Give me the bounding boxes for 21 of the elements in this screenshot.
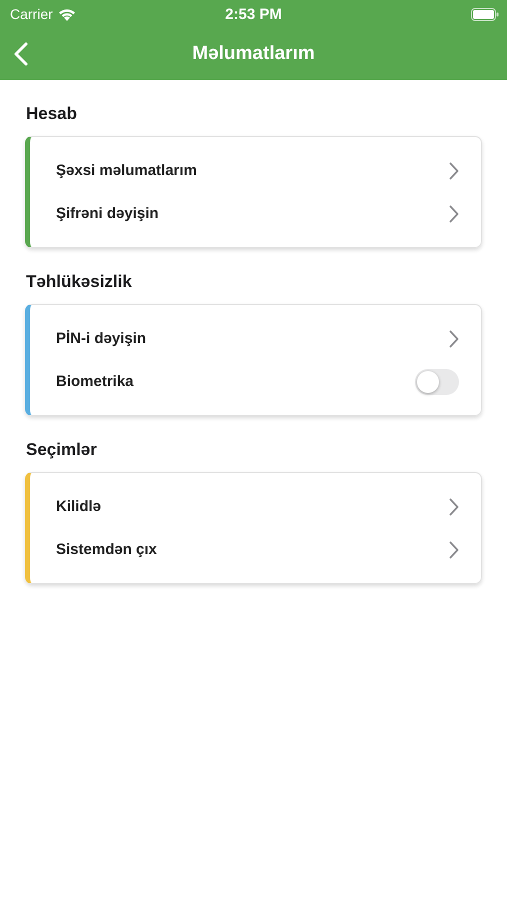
section-heading: Hesab (26, 104, 78, 124)
toggle-switch[interactable] (415, 368, 459, 394)
section-heading: Təhlükəsizlik (26, 272, 133, 292)
settings-row[interactable]: PİN-i dəyişin (30, 317, 481, 360)
settings-row[interactable]: Kilidlə (30, 485, 481, 528)
setting-label: Biometrika (56, 373, 134, 390)
settings-row[interactable]: Şifrəni dəyişin (30, 192, 481, 235)
chevron-right-icon (449, 498, 459, 516)
battery-icon (471, 8, 499, 20)
section-heading: Seçimlər (26, 440, 98, 460)
wifi-icon (58, 8, 76, 20)
chevron-right-icon (449, 540, 459, 558)
carrier-label: Carrier (10, 6, 53, 22)
chevron-left-icon (14, 42, 28, 66)
status-time: 2:53 PM (225, 6, 282, 22)
settings-row[interactable]: Şəxsi məlumatlarım (30, 149, 481, 192)
chevron-right-icon (449, 330, 459, 348)
settings-row[interactable]: Sistemdən çıx (30, 528, 481, 571)
chevron-right-icon (449, 162, 459, 180)
screen-title: Məlumatlarım (192, 43, 315, 65)
chevron-right-icon (449, 204, 459, 222)
